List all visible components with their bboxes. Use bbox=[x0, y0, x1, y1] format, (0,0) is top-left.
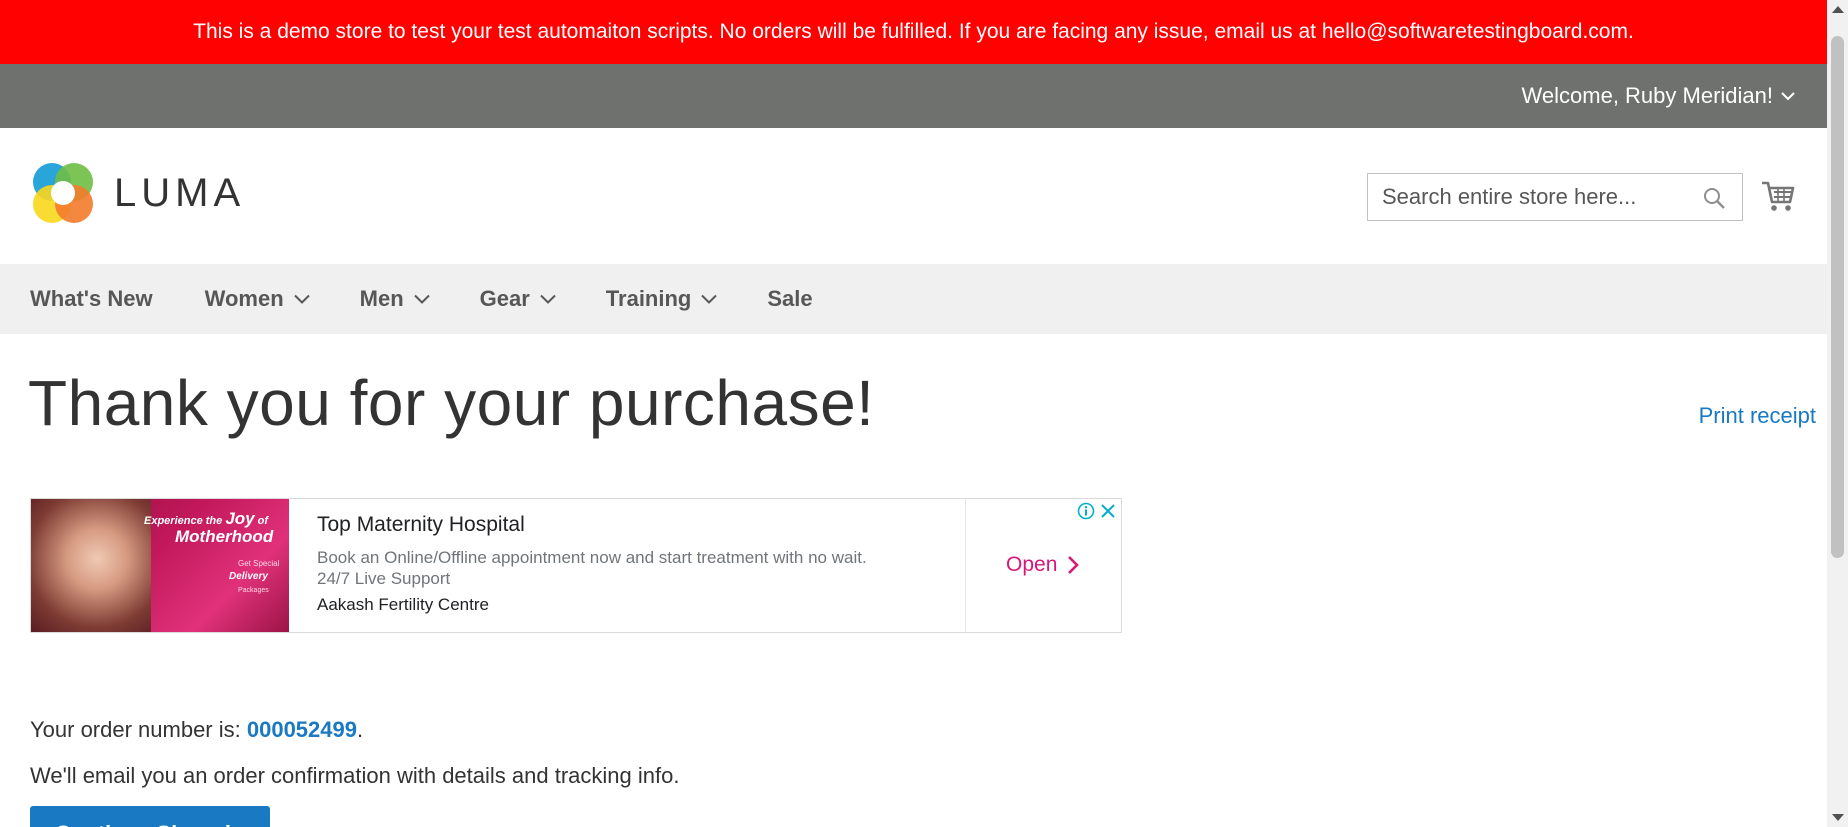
order-number-link[interactable]: 000052499 bbox=[247, 717, 357, 742]
nav-item-gear[interactable]: Gear bbox=[480, 286, 556, 312]
nav-item-women[interactable]: Women bbox=[205, 286, 310, 312]
header-content: LUMA bbox=[0, 128, 1827, 264]
search-input[interactable] bbox=[1368, 175, 1688, 219]
nav-item-whats-new[interactable]: What's New bbox=[30, 286, 153, 312]
nav-item-men[interactable]: Men bbox=[360, 286, 430, 312]
ad-open-button[interactable]: Open bbox=[1006, 553, 1080, 577]
nav-item-label: Women bbox=[204, 286, 284, 311]
nav-item-label: Training bbox=[605, 286, 692, 311]
ad-image-text: of bbox=[254, 515, 269, 527]
chevron-right-icon bbox=[1067, 555, 1080, 575]
ad-image[interactable]: Experience the Joy of Motherhood Get Spe… bbox=[31, 499, 289, 632]
ad-body[interactable]: Top Maternity Hospital Book an Online/Of… bbox=[289, 499, 965, 632]
ad-image-text: Experience the bbox=[144, 515, 226, 527]
ad-image-text: Get Special bbox=[238, 559, 280, 568]
chevron-down-icon bbox=[1781, 91, 1795, 101]
ad-title[interactable]: Top Maternity Hospital bbox=[317, 513, 965, 537]
ad-image-headline: Experience the Joy of bbox=[144, 509, 268, 529]
header-panel: Welcome, Ruby Meridian! bbox=[0, 64, 1827, 128]
chevron-down-icon bbox=[701, 294, 718, 304]
demo-notice-banner: This is a demo store to test your test a… bbox=[0, 0, 1827, 64]
scrollbar-thumb[interactable] bbox=[1831, 36, 1844, 558]
ad-image-text: Packages bbox=[238, 587, 269, 594]
demo-notice-text: This is a demo store to test your test a… bbox=[193, 20, 1634, 43]
nav-item-label: Gear bbox=[479, 286, 530, 311]
ad-image-text: Joy bbox=[225, 509, 255, 528]
continue-shopping-button[interactable]: Continue Shopping bbox=[30, 806, 270, 827]
scroll-up-arrow-icon[interactable] bbox=[1832, 6, 1844, 13]
ad-image-text: Delivery bbox=[229, 571, 268, 582]
welcome-text: Welcome, Ruby Meridian! bbox=[1521, 83, 1773, 108]
logo-text: LUMA bbox=[114, 170, 246, 215]
order-number-prefix: Your order number is: bbox=[30, 717, 247, 742]
ad-advertiser: Aakash Fertility Centre bbox=[317, 595, 489, 614]
ad-description: Book an Online/Offline appointment now a… bbox=[317, 547, 965, 589]
search-box bbox=[1367, 173, 1743, 221]
search-icon[interactable] bbox=[1702, 186, 1726, 210]
page: This is a demo store to test your test a… bbox=[0, 0, 1848, 827]
chevron-down-icon bbox=[293, 294, 310, 304]
ad-description-line: 24/7 Live Support bbox=[317, 569, 451, 588]
nav-item-sale[interactable]: Sale bbox=[767, 286, 812, 312]
sponsored-ad: Experience the Joy of Motherhood Get Spe… bbox=[30, 498, 1122, 633]
ad-description-line: Book an Online/Offline appointment now a… bbox=[317, 548, 867, 567]
luma-logo[interactable]: LUMA bbox=[30, 160, 245, 226]
nav-item-label: What's New bbox=[30, 286, 153, 311]
ad-open-label: Open bbox=[1006, 553, 1058, 576]
print-receipt-link[interactable]: Print receipt bbox=[1699, 403, 1816, 429]
confirmation-email-text: We'll email you an order confirmation wi… bbox=[30, 763, 680, 788]
vertical-scrollbar[interactable] bbox=[1827, 0, 1848, 827]
scroll-down-arrow-icon[interactable] bbox=[1832, 814, 1844, 821]
ad-photo bbox=[31, 499, 151, 632]
close-icon[interactable] bbox=[1099, 502, 1117, 520]
ad-image-headline: Motherhood bbox=[175, 527, 274, 546]
ad-action: Open bbox=[965, 499, 1121, 632]
chevron-down-icon bbox=[540, 294, 556, 304]
info-icon[interactable] bbox=[1077, 502, 1095, 520]
nav-item-label: Men bbox=[359, 286, 404, 311]
luma-logo-icon bbox=[33, 163, 93, 223]
order-number-suffix: . bbox=[356, 717, 364, 742]
main-navigation: What's New Women Men Gear Training Sale bbox=[0, 264, 1827, 334]
nav-item-label: Sale bbox=[767, 286, 813, 311]
page-title: Thank you for your purchase! bbox=[28, 367, 875, 439]
cart-icon[interactable] bbox=[1760, 178, 1796, 214]
chevron-down-icon bbox=[413, 294, 430, 304]
order-number-line: Your order number is: 000052499. bbox=[30, 717, 363, 743]
customer-welcome-menu[interactable]: Welcome, Ruby Meridian! bbox=[1522, 64, 1795, 128]
nav-item-training[interactable]: Training bbox=[606, 286, 718, 312]
